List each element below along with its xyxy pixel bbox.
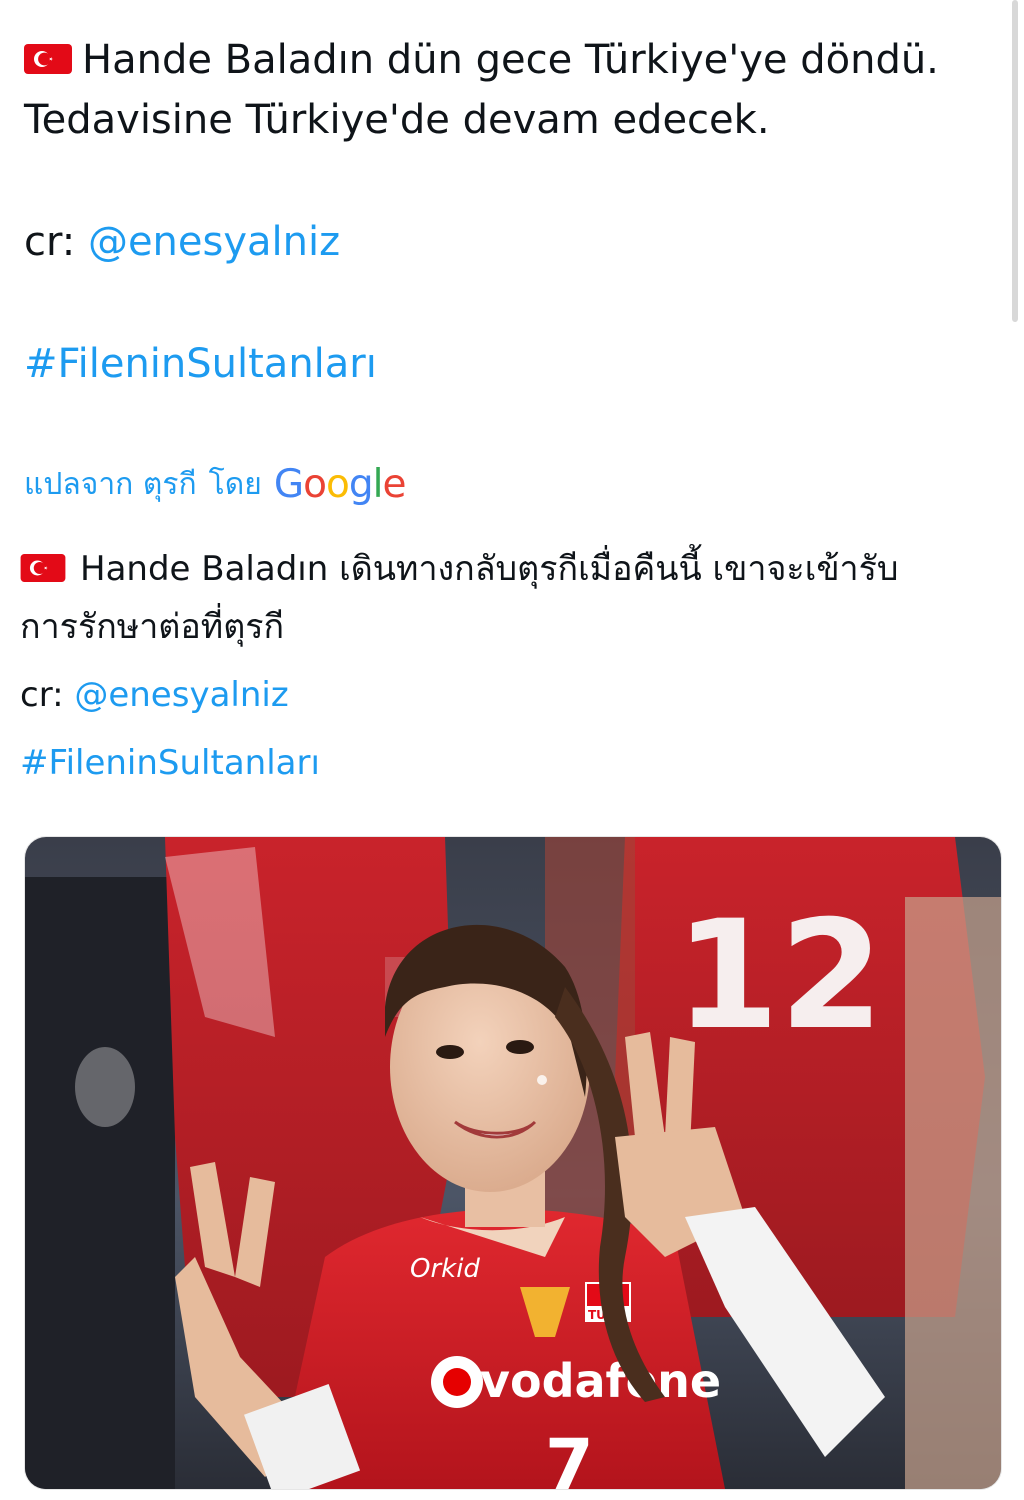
credit-prefix: cr: xyxy=(20,675,64,715)
volleyball-player-photo: 12 vodafone Orkid TUR 7 xyxy=(25,837,1001,1489)
mention-link[interactable]: @enesyalniz xyxy=(74,675,288,715)
jersey-sponsor: vodafone xyxy=(480,1354,721,1408)
translated-by-label: โดย xyxy=(208,466,262,502)
background-jersey-number: 12 xyxy=(675,889,884,1063)
tweet-photo[interactable]: 12 vodafone Orkid TUR 7 xyxy=(24,836,1002,1490)
mention-link[interactable]: @enesyalniz xyxy=(88,219,340,265)
turkey-flag-icon xyxy=(20,554,66,582)
translated-line-1: Hande Baladın เดินทางกลับตุรกีเมื่อคืนนี… xyxy=(20,540,980,598)
original-credit: cr: @enesyalniz xyxy=(24,212,984,272)
page-scrollbar[interactable] xyxy=(1012,0,1018,322)
google-logo: Google xyxy=(273,461,407,507)
original-line-1-text: Hande Baladın dün gece Türkiye'ye döndü. xyxy=(82,37,939,83)
original-line-1: Hande Baladın dün gece Türkiye'ye döndü. xyxy=(24,30,984,90)
jersey-front-number: 7 xyxy=(545,1424,594,1489)
original-tweet-text: Hande Baladın dün gece Türkiye'ye döndü.… xyxy=(24,30,984,394)
translated-credit: cr: @enesyalniz xyxy=(20,666,980,724)
translated-line-1-text: Hande Baladın เดินทางกลับตุรกีเมื่อคืนนี… xyxy=(80,549,899,589)
hashtag-link[interactable]: #FileninSultanları xyxy=(24,334,984,394)
translation-attribution[interactable]: แปลจาก ตุรกี โดย Google xyxy=(24,456,407,512)
jersey-sleeve-sponsor: Orkid xyxy=(410,1254,480,1284)
translated-tweet-text: Hande Baladın เดินทางกลับตุรกีเมื่อคืนนี… xyxy=(20,540,980,792)
credit-prefix: cr: xyxy=(24,219,76,265)
hashtag-link[interactable]: #FileninSultanları xyxy=(20,734,980,792)
translated-line-2: การรักษาต่อที่ตุรกี xyxy=(20,607,285,647)
background-player-left xyxy=(25,877,175,1489)
original-line-2: Tedavisine Türkiye'de devam edecek. xyxy=(24,97,770,143)
turkey-flag-icon xyxy=(24,44,72,74)
translated-from-label: แปลจาก ตุรกี xyxy=(24,466,197,502)
